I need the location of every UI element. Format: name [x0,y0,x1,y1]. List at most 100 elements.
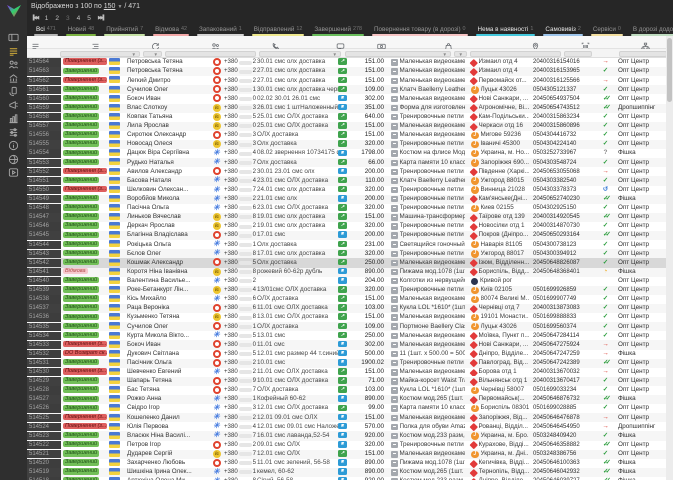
table-row[interactable]: 514533 Повернення (з... Бокоч Иван +380 0 11.… [27,340,673,350]
tracking-number[interactable]: 20450646454950 [529,423,599,431]
table-row[interactable]: 514556 Завершений Сиротюк Олександр +380 3 ОЛ… [27,130,673,140]
tab-Прийнятий[interactable]: Прийнятий 7 [100,24,149,36]
tracking-number[interactable]: 20450646042932 [529,468,599,476]
filter-delivery[interactable] [470,50,561,57]
scrollbar-thumb[interactable] [667,38,672,102]
first-page-icon[interactable]: ▐◀◀ [31,15,39,21]
kanban-board-icon[interactable] [0,31,27,45]
tab-Відмова[interactable]: Відмова 42 [149,24,193,36]
tracking-number[interactable]: 0501699560374 [529,323,599,331]
tutorials-icon[interactable] [0,166,27,180]
table-row[interactable]: 514537 Завершений Раца Вероніка +380 6 11.01 … [27,303,673,314]
tracking-number[interactable]: 20450647284114 [529,332,599,340]
page-number-4[interactable]: 4 [77,15,81,22]
tab-Запакований[interactable]: Запакований 1 [193,24,248,36]
tab-Всі[interactable]: Всі 471 [30,24,62,36]
tracking-number[interactable]: 20450646358882 [529,441,599,449]
table-row[interactable]: 514529 Завершений Шапарь Тетяна +380 9 10.01 … [27,376,673,386]
table-row[interactable]: 514558 Завершений Ковпак Татьяна lc +380 5 25.… [27,112,673,122]
clients-icon[interactable] [0,58,27,72]
table-row[interactable]: 514563 Завершений Петровська Тетяна +380 2 27… [27,67,673,77]
tracking-number[interactable]: 0504304224140 [529,140,599,148]
tab-Завершений[interactable]: Завершений 278 [308,24,368,36]
tracking-number[interactable]: 0504303382540 [529,177,599,185]
tracking-number[interactable]: 20450648368401 [529,268,599,276]
per-page-value[interactable]: 150 [104,3,116,10]
info-icon[interactable] [0,139,27,153]
tracking-number[interactable]: 0504302925150 [529,204,599,212]
table-row[interactable]: 514535 Завершений Сучилов Олег +380 1 ОЛХ дос… [27,322,673,332]
filter-payment[interactable]: ▼ [454,50,467,57]
filter-ttn[interactable] [564,50,592,57]
table-row[interactable]: 514534 Завершений Курта Микола Вікто... ✳ +3… [27,331,673,341]
tab-Самовивіз[interactable]: Самовивіз 2 [539,24,586,36]
table-row[interactable]: 514549 Завершений Воробйов Микола ✳ +380 2 21.… [27,194,673,204]
tracking-number[interactable]: 20400316154016 [529,58,599,66]
statistics-icon[interactable] [0,112,27,126]
table-row[interactable]: 514544 Завершений Рокіцька Ольга ✳ +380 1 Олх … [27,240,673,249]
table-row[interactable]: 514550 Повернення (з... Шелковин Олексан..… [27,186,673,195]
table-row[interactable]: 514524 Повернення (з... Юлія Первова ✳ +380 4… [27,422,673,432]
filter-client[interactable] [165,50,256,57]
tracking-number[interactable]: 20450654937504 [529,95,599,103]
tracking-number[interactable]: 0504300738123 [529,241,599,249]
tracking-number[interactable]: 0504304416732 [529,131,599,139]
tracking-number[interactable]: 20400313670417 [529,377,599,385]
tracking-number[interactable]: 20450647275924 [529,341,599,349]
tracking-number[interactable]: 0503248386756 [529,450,599,458]
vertical-scrollbar[interactable] [666,36,673,480]
tracking-number[interactable]: 0504305121337 [529,86,599,94]
tracking-number[interactable]: 20400313670032 [529,368,599,376]
tracking-number[interactable]: 20450648826087 [529,259,599,267]
calls-icon[interactable] [0,85,27,99]
table-row[interactable]: 514551 Завершений Басова Наталя ✳ +380 4 23.01… [27,176,673,186]
tracking-number[interactable]: 20450646100363 [529,459,599,467]
tracking-number[interactable]: 20450647247259 [529,350,599,358]
tracking-number[interactable]: 0501699888833 [529,313,599,321]
tracking-number[interactable]: 20450646876732 [529,395,599,403]
table-row[interactable]: 514523 Завершений Власюк Ніна Василі... ✳ +3… [27,431,673,441]
tracking-number[interactable]: 20450647242389 [529,359,599,367]
tracking-number[interactable]: 0503248409420 [529,432,599,440]
tracking-number[interactable]: 0501699907749 [529,295,599,303]
table-row[interactable]: 514564 Повернення (з... Петровська Тетяна +… [27,58,673,67]
table-row[interactable]: 514553 Завершений Рудько Наталья ✳ +380 7 Олх … [27,158,673,168]
table-row[interactable]: 514538 Завершений Кісь Михайло ✳ +380 6 ОЛХ до… [27,295,673,304]
page-number-5[interactable]: 5 [87,15,91,22]
table-row[interactable]: 514562 Повернення (з... Легкий Дмитро +380 2… [27,76,673,85]
table-row[interactable]: 514542 Завершений Кошмак Александр +380 5 Олх… [27,258,673,268]
table-row[interactable]: 514541 Відмова Коротя Ніна Іванівна lc +380 8… [27,267,673,277]
tab-Відправлений[interactable]: Відправлений 12 [248,24,309,36]
table-row[interactable]: 514557 Завершений Лила Ярослав lc +380 0 25.01… [27,121,673,131]
table-row[interactable]: 514521 Завершений Дударев Сергій lc +380 7 12.… [27,449,673,459]
table-row[interactable]: 514527 Завершений Рожко Анна ✳ +380 1 Кофейный… [27,395,673,405]
table-row[interactable]: 514540 Завершений Валентина Василье... ✳ +38… [27,277,673,286]
table-row[interactable]: 514528 Завершений Бас Тетяна +380 7 ОЛХ доста… [27,385,673,395]
last-page-icon[interactable]: ▶▶▌ [98,15,106,21]
tracking-number[interactable]: 0504303548724 [529,159,599,167]
tab-Нема в наявності[interactable]: Нема в наявності 1 [472,24,540,36]
filter-comment[interactable]: ▼ [259,50,341,57]
filter-status[interactable]: ▼ [60,50,140,57]
table-row[interactable]: 514531 Завершений Пасічник Ольга +380 2 10.01… [27,358,673,368]
filter-flag[interactable]: ▼ [143,50,162,57]
tracking-number[interactable]: 20450646476878 [529,414,599,422]
table-row[interactable]: 514526 Завершений Свідро Ігор ✳ +380 3 12.01 с… [27,404,673,413]
marketing-icon[interactable] [0,99,27,113]
tracking-number[interactable]: 20450654743512 [529,104,599,112]
tracking-number[interactable]: 20400316153965 [529,67,599,75]
tracking-number[interactable]: 0501699033234 [529,386,599,394]
tab-Новий[interactable]: Новий 48 [62,24,100,36]
per-page-caret-icon[interactable]: ▼ [117,4,122,10]
table-row[interactable]: 514552 Повернення (з... Авилов Александр +3… [27,167,673,177]
tracking-number[interactable]: 20400315860896 [529,122,599,130]
filter-channel[interactable] [619,50,667,57]
table-row[interactable]: 514522 Завершений Петров Ігор +380 2 09.01 см… [27,440,673,450]
table-row[interactable]: 514547 Завершений Линьков Вячеслав lc +380 8 1… [27,212,673,222]
tracking-number[interactable]: 20400314870730 [529,222,599,230]
table-row[interactable]: 514532 DO Возврат ск... Дукович Світлана +3… [27,349,673,359]
table-row[interactable]: 514520 Завершений Захарченко Любовь +380 5 11… [27,458,673,468]
table-row[interactable]: 514559 Завершений Влас Слоткоу lc +380 3 26.01… [27,103,673,113]
company-icon[interactable] [0,72,27,86]
tracking-number[interactable]: 0501699028885 [529,404,599,412]
